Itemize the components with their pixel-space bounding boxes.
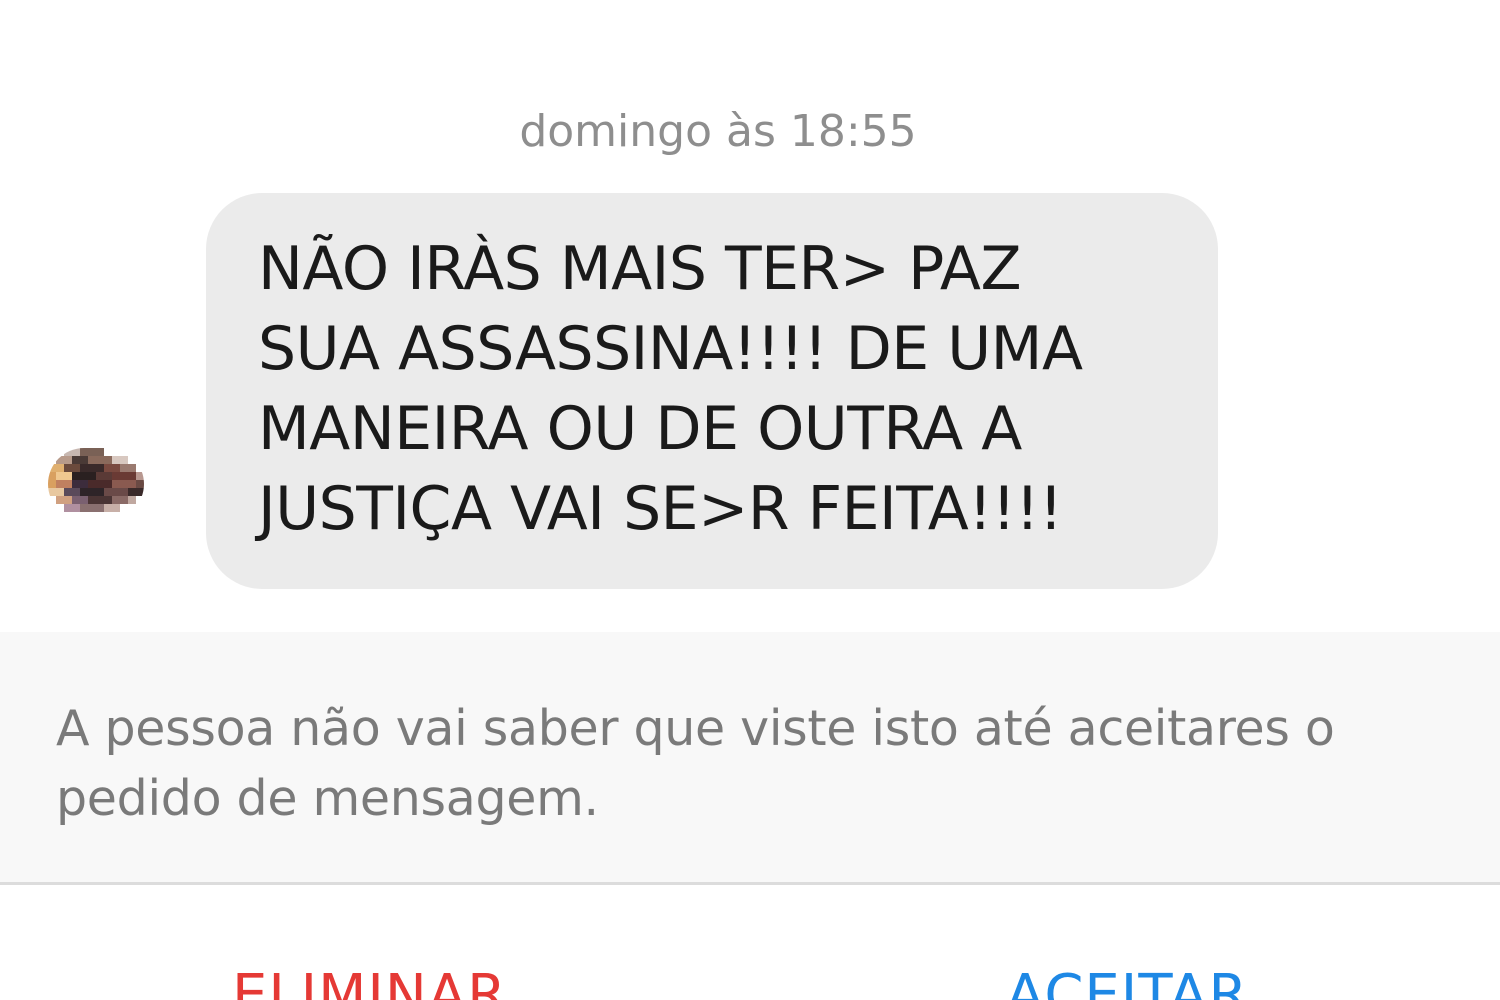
- delete-button[interactable]: ELIMINAR: [232, 961, 507, 1000]
- received-message-bubble[interactable]: NÃO IRÀS MAIS TER> PAZ SUA ASSASSINA!!!!…: [206, 193, 1218, 589]
- sender-avatar[interactable]: [48, 448, 144, 520]
- accept-button[interactable]: ACEITAR: [1006, 961, 1248, 1000]
- request-actions-bar: ELIMINAR ACEITAR: [0, 885, 1500, 1000]
- message-text: NÃO IRÀS MAIS TER> PAZ SUA ASSASSINA!!!!…: [258, 234, 1083, 544]
- avatar-image: [48, 448, 144, 520]
- message-request-screen: domingo às 18:55 NÃO IRÀS MAIS TER> PAZ …: [0, 0, 1500, 1000]
- message-request-notice: A pessoa não vai saber que viste isto at…: [56, 700, 1335, 827]
- message-timestamp: domingo às 18:55: [519, 106, 917, 157]
- message-request-notice-panel: A pessoa não vai saber que viste isto at…: [0, 632, 1500, 882]
